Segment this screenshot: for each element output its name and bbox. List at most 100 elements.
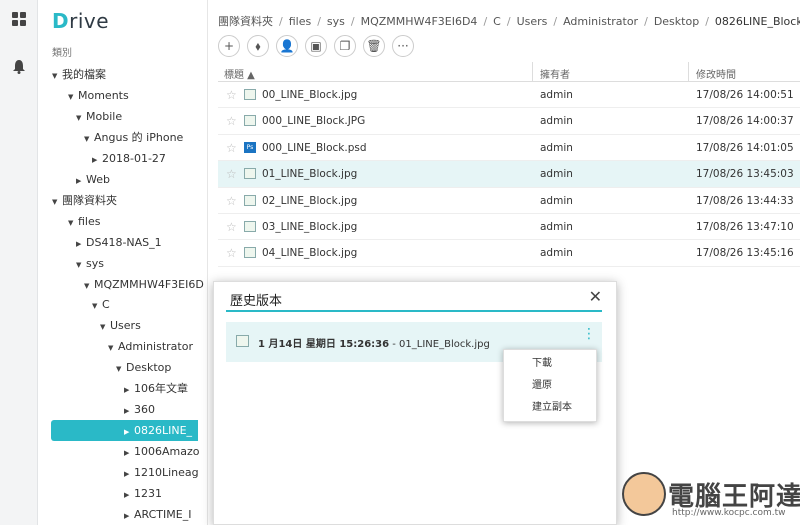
- sidebar-tree-item[interactable]: ▼ Mobile: [76, 106, 122, 127]
- sidebar-tree-item[interactable]: ▶ 360: [124, 399, 155, 420]
- star-icon[interactable]: ☆: [226, 167, 237, 181]
- sidebar-tree-item[interactable]: ▼ Angus 的 iPhone: [84, 127, 183, 148]
- sidebar-tree-item[interactable]: ▼ sys: [76, 253, 104, 274]
- sidebar-tree-item[interactable]: ▼ Moments: [68, 85, 129, 106]
- copy-icon[interactable]: ❐: [334, 35, 356, 57]
- file-name[interactable]: 000_LINE_Block.JPG: [262, 115, 365, 127]
- caret-right-icon[interactable]: ▶: [124, 464, 134, 485]
- table-row[interactable]: ☆ 00_LINE_Block.jpg admin 17/08/26 14:00:51: [218, 82, 800, 109]
- sidebar-tree-item[interactable]: ▶ 1231: [124, 483, 162, 504]
- breadcrumb-item[interactable]: C: [493, 15, 501, 28]
- caret-down-icon[interactable]: ▼: [68, 213, 78, 234]
- caret-down-icon[interactable]: ▼: [108, 338, 118, 359]
- file-name[interactable]: 04_LINE_Block.jpg: [262, 247, 357, 259]
- caret-down-icon[interactable]: ▼: [76, 108, 86, 129]
- caret-down-icon[interactable]: ▼: [116, 359, 126, 380]
- caret-right-icon[interactable]: ▶: [124, 380, 134, 401]
- sidebar-tree-item[interactable]: ▶ 1210Lineag: [124, 462, 199, 483]
- sidebar-tree-label: 1210Lineag: [134, 466, 199, 480]
- dialog-title: 歷史版本: [230, 294, 283, 309]
- caret-down-icon[interactable]: ▼: [100, 317, 110, 338]
- new-icon[interactable]: +: [218, 35, 240, 57]
- table-row[interactable]: ☆ 04_LINE_Block.jpg admin 17/08/26 13:45:16: [218, 240, 800, 267]
- table-row[interactable]: ☆ 000_LINE_Block.JPG admin 17/08/26 14:00:3…: [218, 108, 800, 135]
- caret-down-icon[interactable]: ▼: [68, 87, 78, 108]
- table-row[interactable]: ☆ 02_LINE_Block.jpg admin 17/08/26 13:44:33: [218, 188, 800, 214]
- caret-right-icon[interactable]: ▶: [124, 506, 134, 525]
- column-owner[interactable]: 擁有者: [540, 66, 570, 81]
- breadcrumb-item[interactable]: Administrator: [563, 15, 638, 28]
- more-horiz-icon[interactable]: ···: [392, 35, 414, 57]
- breadcrumb-item[interactable]: 0826LINE_Block: [715, 15, 800, 28]
- breadcrumb-item[interactable]: Users: [517, 15, 548, 28]
- column-modified[interactable]: 修改時間: [696, 66, 736, 81]
- sidebar-tree-item[interactable]: ▶ 0826LINE_: [51, 420, 198, 443]
- caret-down-icon[interactable]: ▼: [52, 192, 62, 213]
- sidebar-tree-label: C: [102, 298, 110, 312]
- sidebar-tree-item[interactable]: ▼ 團隊資料夾: [52, 190, 117, 211]
- caret-right-icon[interactable]: ▶: [92, 150, 102, 171]
- star-icon[interactable]: ☆: [226, 220, 237, 234]
- caret-down-icon[interactable]: ▼: [92, 296, 102, 317]
- category-label: 類別: [52, 48, 72, 59]
- file-name[interactable]: 01_LINE_Block.jpg: [262, 168, 357, 180]
- sidebar-tree-label: Web: [86, 172, 110, 186]
- notification-bell-icon[interactable]: [11, 59, 27, 75]
- breadcrumb-item[interactable]: MQZMMHW4F3EI6D4: [361, 15, 478, 28]
- tag-icon[interactable]: ⬧: [247, 35, 269, 57]
- sidebar-tree-item[interactable]: ▶ 1006Amazo: [124, 441, 199, 462]
- file-name[interactable]: 02_LINE_Block.jpg: [262, 195, 357, 207]
- menu-item-restore[interactable]: 還原: [504, 375, 596, 397]
- sidebar-tree-item[interactable]: ▶ 2018-01-27: [92, 148, 166, 169]
- sidebar-tree-item[interactable]: ▶ ARCTIME_I: [124, 504, 191, 525]
- sidebar-tree-item[interactable]: ▼ Administrator: [108, 336, 193, 357]
- caret-right-icon[interactable]: ▶: [124, 401, 134, 422]
- menu-item-download[interactable]: 下載: [504, 353, 596, 375]
- more-vert-icon[interactable]: ⋮: [582, 327, 596, 341]
- star-icon[interactable]: ☆: [226, 246, 237, 260]
- file-owner: admin: [540, 194, 573, 207]
- star-icon[interactable]: ☆: [226, 194, 237, 208]
- close-icon[interactable]: ✕: [589, 287, 602, 306]
- delete-icon[interactable]: 🗑: [363, 35, 385, 57]
- star-icon[interactable]: ☆: [226, 114, 237, 128]
- sidebar-tree-item[interactable]: ▶ 106年文章: [124, 378, 188, 399]
- share-user-icon[interactable]: 👤: [276, 35, 298, 57]
- caret-down-icon[interactable]: ▼: [84, 129, 94, 150]
- table-row[interactable]: ☆ 03_LINE_Block.jpg admin 17/08/26 13:47:10: [218, 214, 800, 241]
- sidebar-tree-item[interactable]: ▼ MQZMMHW4F3EI6D: [84, 274, 204, 295]
- caret-down-icon[interactable]: ▼: [76, 255, 86, 276]
- caret-right-icon[interactable]: ▶: [124, 485, 134, 506]
- caret-right-icon[interactable]: ▶: [76, 234, 86, 255]
- file-name[interactable]: 00_LINE_Block.jpg: [262, 89, 357, 101]
- breadcrumb-item[interactable]: sys: [327, 15, 345, 28]
- table-row[interactable]: ☆ Ps 000_LINE_Block.psd admin 17/08/26 14:01…: [218, 135, 800, 162]
- sidebar-tree-label: Moments: [78, 88, 129, 102]
- caret-down-icon[interactable]: ▼: [52, 66, 62, 87]
- breadcrumb-item[interactable]: files: [289, 15, 311, 28]
- caret-right-icon[interactable]: ▶: [124, 443, 134, 464]
- star-icon[interactable]: ☆: [226, 141, 237, 155]
- apps-grid-icon[interactable]: [11, 11, 27, 27]
- sidebar-tree-item[interactable]: ▼ 我的檔案: [52, 64, 106, 85]
- column-title[interactable]: 標題 ▲: [224, 66, 255, 81]
- sidebar-tree-item[interactable]: ▼ Desktop: [116, 357, 171, 378]
- sidebar-tree-item[interactable]: ▶ Web: [76, 169, 110, 190]
- image-file-icon: [244, 115, 256, 127]
- caret-right-icon[interactable]: ▶: [124, 422, 134, 443]
- breadcrumb-item[interactable]: 團隊資料夾: [218, 15, 273, 28]
- caret-down-icon[interactable]: ▼: [84, 276, 94, 297]
- upload-folder-icon[interactable]: ▣: [305, 35, 327, 57]
- sidebar-tree-item[interactable]: ▶ DS418-NAS_1: [76, 232, 162, 253]
- sidebar-tree-item[interactable]: ▼ Users: [100, 315, 141, 336]
- table-row[interactable]: ☆ 01_LINE_Block.jpg admin 17/08/26 13:45:03: [218, 161, 800, 188]
- menu-item-make-copy[interactable]: 建立副本: [504, 397, 596, 419]
- sidebar-tree-item[interactable]: ▼ files: [68, 211, 100, 232]
- file-name[interactable]: 000_LINE_Block.psd: [262, 142, 367, 154]
- star-icon[interactable]: ☆: [226, 88, 237, 102]
- file-name[interactable]: 03_LINE_Block.jpg: [262, 221, 357, 233]
- sidebar-tree-item[interactable]: ▼ C: [92, 294, 110, 315]
- file-modified: 17/08/26 13:45:16: [696, 247, 794, 260]
- breadcrumb-item[interactable]: Desktop: [654, 15, 699, 28]
- caret-right-icon[interactable]: ▶: [76, 171, 86, 192]
